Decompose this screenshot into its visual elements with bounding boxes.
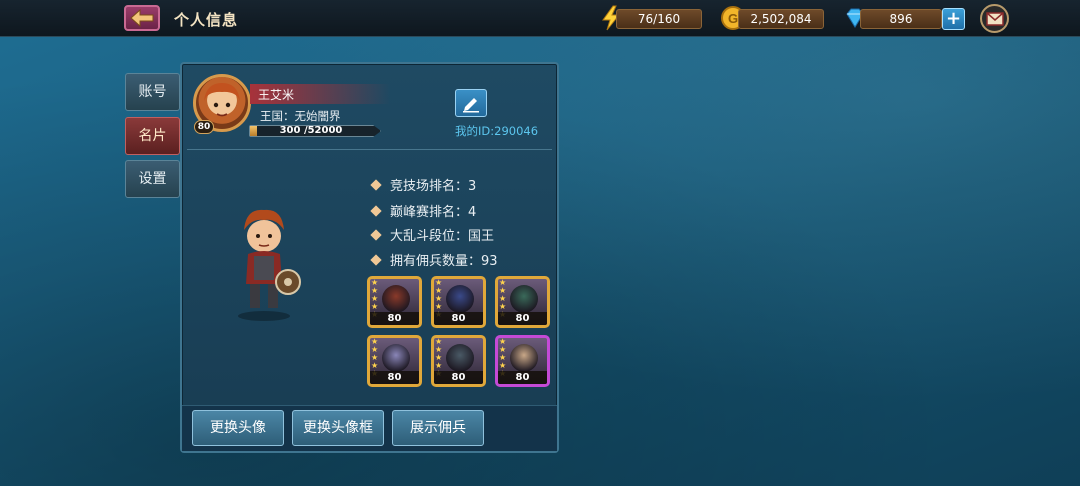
tab-card[interactable]: 名片	[125, 117, 180, 155]
mercenary-level: 80	[498, 312, 547, 325]
divider	[187, 149, 552, 150]
player-id: 我的ID:290046	[455, 124, 539, 138]
change-avatar-button[interactable]: 更换头像	[192, 410, 284, 446]
mercenary-level: 80	[370, 371, 419, 384]
tab-account[interactable]: 账号	[125, 73, 180, 111]
diamond-bullet-icon	[370, 229, 382, 241]
mercenary-level: 80	[434, 371, 483, 384]
diamond-bullet-icon	[370, 254, 382, 266]
mercenary-level: 80	[434, 312, 483, 325]
avatar-level-badge: 80	[194, 120, 214, 134]
exp-text: 300 /52000	[279, 125, 343, 136]
panel-footer: 更换头像 更换头像框 展示佣兵	[182, 405, 557, 451]
mercenary-slot[interactable]: ★★★★★ 80	[495, 335, 550, 387]
mercenary-slot[interactable]: ★★★★★ 80	[367, 276, 422, 328]
stat-mercenary-count: 拥有佣兵数量：93	[370, 250, 498, 269]
stamina-counter: 76/160	[616, 9, 702, 29]
change-frame-button[interactable]: 更换头像框	[292, 410, 384, 446]
back-arrow-icon	[130, 9, 154, 27]
back-button[interactable]	[124, 5, 160, 31]
stat-peak-rank: 巅峰赛排名：4	[370, 201, 476, 220]
svg-text:G: G	[728, 11, 738, 26]
mercenary-slot[interactable]: ★★★★★ 80	[495, 276, 550, 328]
tab-settings[interactable]: 设置	[125, 160, 180, 198]
exp-bar: 300 /52000	[249, 125, 381, 137]
stat-arena-rank: 竞技场排名：3	[370, 175, 476, 194]
hero-figure	[238, 209, 301, 321]
mercenary-slot[interactable]: ★★★★★ 80	[431, 276, 486, 328]
mercenary-level: 80	[498, 371, 547, 384]
page-title: 个人信息	[174, 11, 239, 29]
kingdom-label: 王国：无始闇界	[260, 109, 341, 123]
mercenary-slot[interactable]: ★★★★★ 80	[431, 335, 486, 387]
edit-profile-button[interactable]	[455, 89, 487, 117]
diamond-counter: 896	[860, 9, 942, 29]
profile-card-panel: 80 王艾米 王国：无始闇界 300 /52000 我的ID:290046 竞技…	[180, 62, 559, 453]
player-name: 王艾米	[258, 88, 295, 102]
mail-icon	[985, 11, 1004, 26]
mercenary-slot[interactable]: ★★★★★ 80	[367, 335, 422, 387]
show-mercenaries-button[interactable]: 展示佣兵	[392, 410, 484, 446]
diamond-bullet-icon	[370, 205, 382, 217]
pencil-icon	[463, 98, 479, 113]
mercenary-portrait	[510, 285, 538, 313]
mercenary-portrait	[382, 285, 410, 313]
mercenary-portrait	[446, 285, 474, 313]
diamond-bullet-icon	[370, 179, 382, 191]
gold-counter: 2,502,084	[738, 9, 824, 29]
mercenary-portrait	[510, 344, 538, 372]
mercenary-portrait	[446, 344, 474, 372]
mercenary-level: 80	[370, 312, 419, 325]
stat-brawl-tier: 大乱斗段位：国王	[370, 225, 494, 244]
add-diamonds-button[interactable]: +	[942, 8, 965, 30]
mercenary-portrait	[382, 344, 410, 372]
top-bar: 个人信息 76/160 G 2,502,084 896 +	[0, 0, 1080, 37]
mail-button[interactable]	[980, 4, 1009, 33]
